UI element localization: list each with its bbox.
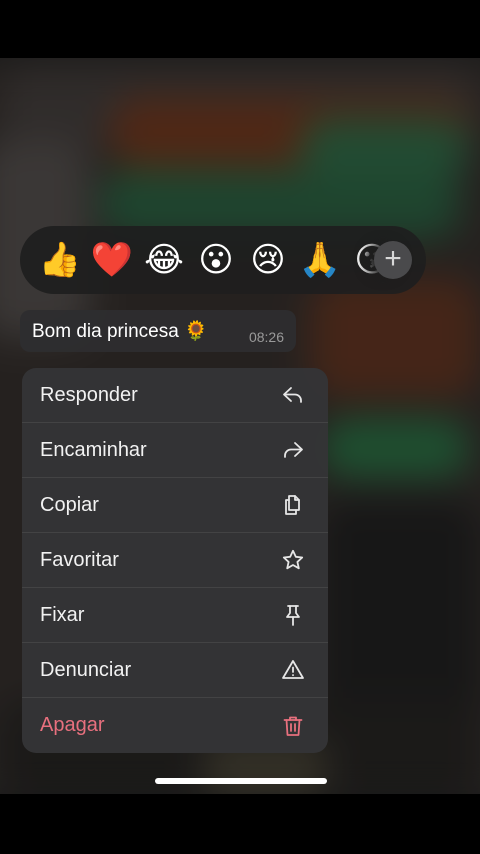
menu-item-label: Denunciar	[40, 658, 132, 681]
menu-item-label: Encaminhar	[40, 438, 147, 461]
reaction-surprised[interactable]: 😮	[190, 234, 242, 286]
plus-icon: +	[384, 241, 402, 275]
menu-item-label: Fixar	[40, 603, 85, 626]
menu-item-label: Responder	[40, 383, 138, 406]
warning-icon	[280, 657, 306, 683]
menu-item-label: Favoritar	[40, 548, 119, 571]
reaction-crying[interactable]: 😢	[242, 234, 294, 286]
reply-icon	[280, 382, 306, 408]
star-icon	[280, 547, 306, 573]
menu-item-label: Copiar	[40, 493, 99, 516]
home-indicator[interactable]	[155, 778, 327, 784]
reaction-bar: 👍 ❤️ 😂 😮 😢 🙏 😘 +	[20, 226, 426, 294]
reaction-laughing[interactable]: 😂	[138, 234, 190, 286]
menu-item-pin[interactable]: Fixar	[22, 588, 328, 643]
message-text: Bom dia princesa 🌻	[32, 321, 208, 342]
menu-item-copy[interactable]: Copiar	[22, 478, 328, 533]
menu-item-forward[interactable]: Encaminhar	[22, 423, 328, 478]
menu-item-favorite[interactable]: Favoritar	[22, 533, 328, 588]
menu-item-delete[interactable]: Apagar	[22, 698, 328, 753]
menu-item-label: Apagar	[40, 714, 105, 736]
reaction-heart[interactable]: ❤️	[86, 234, 138, 286]
reaction-pray[interactable]: 🙏	[294, 234, 346, 286]
message-time: 08:26	[248, 329, 284, 345]
copy-icon	[280, 492, 306, 518]
forward-icon	[280, 437, 306, 463]
add-reaction-button[interactable]: +	[374, 241, 412, 279]
reaction-thumbs-up[interactable]: 👍	[34, 234, 86, 286]
menu-item-reply[interactable]: Responder	[22, 368, 328, 423]
trash-icon	[280, 713, 306, 739]
message-bubble[interactable]: Bom dia princesa 🌻 08:26	[20, 310, 296, 352]
message-context-menu: Responder Encaminhar Copiar Favoritar Fi…	[22, 368, 328, 753]
menu-item-report[interactable]: Denunciar	[22, 643, 328, 698]
pin-icon	[280, 602, 306, 628]
